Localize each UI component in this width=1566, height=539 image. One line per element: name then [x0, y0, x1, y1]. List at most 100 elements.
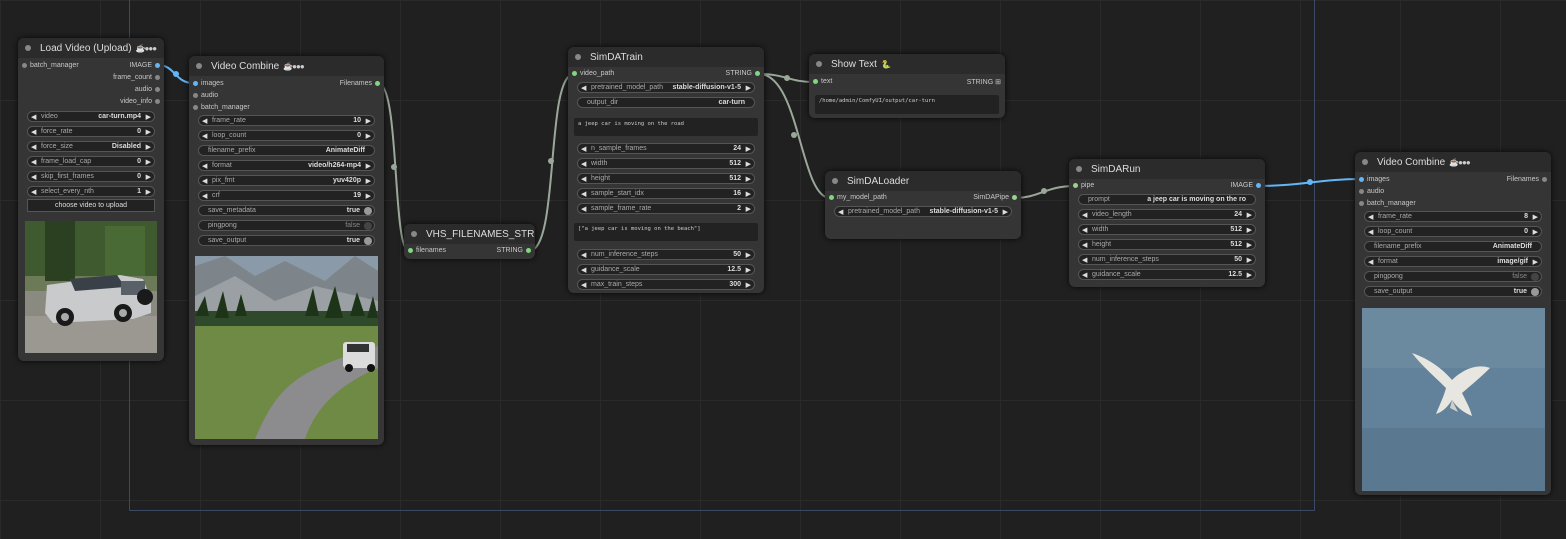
input-slot-dot[interactable] [1359, 189, 1364, 194]
decrement-arrow-icon[interactable]: ◀ [202, 177, 207, 185]
widget-crf[interactable]: ◀ crf 19 ▶ [198, 190, 375, 201]
increment-arrow-icon[interactable]: ▶ [146, 158, 151, 166]
increment-arrow-icon[interactable]: ▶ [746, 190, 751, 198]
widget-max-train-steps[interactable]: ◀ max_train_steps 300 ▶ [577, 279, 755, 290]
increment-arrow-icon[interactable]: ▶ [146, 128, 151, 136]
output-slot-row[interactable]: audio [18, 86, 164, 96]
increment-arrow-icon[interactable]: ▶ [146, 143, 151, 151]
collapse-dot-icon[interactable] [816, 61, 822, 67]
decrement-arrow-icon[interactable]: ◀ [581, 84, 586, 92]
widget-prompt[interactable]: prompt a jeep car is moving on the ro [1078, 194, 1256, 205]
widget-save-output-toggle[interactable]: save_output true [198, 235, 375, 246]
increment-arrow-icon[interactable]: ▶ [1533, 258, 1538, 266]
widget-output-dir[interactable]: output_dir car-turn [577, 97, 755, 108]
node-title-bar[interactable]: Show Text 🐍 [809, 54, 1005, 74]
output-slot-row[interactable]: video_info [18, 98, 164, 108]
output-slot-row[interactable]: Filenames [1355, 176, 1551, 186]
output-slot-dot[interactable] [375, 81, 380, 86]
increment-arrow-icon[interactable]: ▶ [746, 160, 751, 168]
input-slot-row[interactable]: audio [1355, 188, 1551, 198]
input-slot-dot[interactable] [193, 93, 198, 98]
node-title-bar[interactable]: Video Combine ☕●●● [1355, 152, 1551, 172]
widget-num-inference-steps[interactable]: ◀ num_inference_steps 50 ▶ [1078, 254, 1256, 265]
increment-arrow-icon[interactable]: ▶ [746, 281, 751, 289]
collapse-dot-icon[interactable] [832, 178, 838, 184]
decrement-arrow-icon[interactable]: ◀ [1368, 258, 1373, 266]
widget-select-every-nth[interactable]: ◀ select_every_nth 1 ▶ [27, 186, 155, 197]
widget-frame-load-cap[interactable]: ◀ frame_load_cap 0 ▶ [27, 156, 155, 167]
decrement-arrow-icon[interactable]: ◀ [31, 128, 36, 136]
collapse-dot-icon[interactable] [25, 45, 31, 51]
output-slot-dot[interactable] [1256, 183, 1261, 188]
output-slot-row[interactable]: STRING ⊞ [809, 78, 1005, 88]
decrement-arrow-icon[interactable]: ◀ [581, 266, 586, 274]
widget-n-sample-frames[interactable]: ◀ n_sample_frames 24 ▶ [577, 143, 755, 154]
toggle-knob-icon[interactable] [364, 222, 372, 230]
widget-loop-count[interactable]: ◀ loop_count 0 ▶ [1364, 226, 1542, 237]
decrement-arrow-icon[interactable]: ◀ [581, 281, 586, 289]
increment-arrow-icon[interactable]: ▶ [1247, 241, 1252, 249]
collapse-dot-icon[interactable] [196, 63, 202, 69]
increment-arrow-icon[interactable]: ▶ [746, 84, 751, 92]
node-show-text[interactable]: Show Text 🐍 text STRING ⊞ /home/admin/Co… [809, 54, 1005, 118]
output-slot-dot[interactable] [155, 63, 160, 68]
increment-arrow-icon[interactable]: ▶ [366, 177, 371, 185]
decrement-arrow-icon[interactable]: ◀ [31, 158, 36, 166]
output-slot-dot[interactable] [1542, 177, 1547, 182]
decrement-arrow-icon[interactable]: ◀ [1368, 213, 1373, 221]
input-slot-dot[interactable] [1359, 201, 1364, 206]
widget-pretrained-model-path[interactable]: ◀ pretrained_model_path stable-diffusion… [834, 206, 1012, 217]
decrement-arrow-icon[interactable]: ◀ [202, 162, 207, 170]
increment-arrow-icon[interactable]: ▶ [746, 145, 751, 153]
output-slot-dot[interactable] [526, 248, 531, 253]
output-slot-row[interactable]: Filenames [189, 80, 384, 90]
input-slot-row[interactable]: batch_manager [189, 104, 384, 114]
increment-arrow-icon[interactable]: ▶ [366, 162, 371, 170]
decrement-arrow-icon[interactable]: ◀ [202, 117, 207, 125]
increment-arrow-icon[interactable]: ▶ [746, 266, 751, 274]
widget-height[interactable]: ◀ height 512 ▶ [1078, 239, 1256, 250]
node-simda-train[interactable]: SimDATrain video_path STRING ◀ pretraine… [568, 47, 764, 293]
node-title-bar[interactable]: SimDALoader [825, 171, 1021, 191]
widget-num-inference-steps[interactable]: ◀ num_inference_steps 50 ▶ [577, 249, 755, 260]
increment-arrow-icon[interactable]: ▶ [1247, 271, 1252, 279]
collapse-dot-icon[interactable] [411, 231, 417, 237]
increment-arrow-icon[interactable]: ▶ [366, 117, 371, 125]
output-slot-dot[interactable] [755, 71, 760, 76]
widget-width[interactable]: ◀ width 512 ▶ [577, 158, 755, 169]
toggle-knob-icon[interactable] [1531, 288, 1539, 296]
increment-arrow-icon[interactable]: ▶ [1247, 211, 1252, 219]
increment-arrow-icon[interactable]: ▶ [146, 188, 151, 196]
widget-frame-rate[interactable]: ◀ frame_rate 10 ▶ [198, 115, 375, 126]
widget-loop-count[interactable]: ◀ loop_count 0 ▶ [198, 130, 375, 141]
validation-prompt-textarea[interactable]: ["a jeep car is moving on the beach"] [574, 223, 758, 241]
increment-arrow-icon[interactable]: ▶ [366, 192, 371, 200]
decrement-arrow-icon[interactable]: ◀ [581, 205, 586, 213]
decrement-arrow-icon[interactable]: ◀ [1082, 271, 1087, 279]
increment-arrow-icon[interactable]: ▶ [1533, 213, 1538, 221]
input-slot-row[interactable]: audio [189, 92, 384, 102]
widget-video-length[interactable]: ◀ video_length 24 ▶ [1078, 209, 1256, 220]
collapse-dot-icon[interactable] [1076, 166, 1082, 172]
decrement-arrow-icon[interactable]: ◀ [581, 190, 586, 198]
node-title-bar[interactable]: VHS_FILENAMES_STRING_SimDA [404, 224, 535, 244]
decrement-arrow-icon[interactable]: ◀ [581, 160, 586, 168]
widget-force-rate[interactable]: ◀ force_rate 0 ▶ [27, 126, 155, 137]
toggle-knob-icon[interactable] [1531, 273, 1539, 281]
widget-frame-rate[interactable]: ◀ frame_rate 8 ▶ [1364, 211, 1542, 222]
decrement-arrow-icon[interactable]: ◀ [1368, 228, 1373, 236]
upload-video-button[interactable]: choose video to upload [27, 199, 155, 212]
decrement-arrow-icon[interactable]: ◀ [202, 132, 207, 140]
output-slot-dot[interactable] [1012, 195, 1017, 200]
widget-skip-first-frames[interactable]: ◀ skip_first_frames 0 ▶ [27, 171, 155, 182]
decrement-arrow-icon[interactable]: ◀ [1082, 226, 1087, 234]
increment-arrow-icon[interactable]: ▶ [366, 132, 371, 140]
widget-pingpong-toggle[interactable]: pingpong false [1364, 271, 1542, 282]
output-slot-row[interactable]: STRING [568, 70, 764, 80]
output-slot-dot[interactable] [155, 87, 160, 92]
decrement-arrow-icon[interactable]: ◀ [1082, 256, 1087, 264]
increment-arrow-icon[interactable]: ▶ [146, 173, 151, 181]
output-slot-dot[interactable] [155, 75, 160, 80]
collapse-dot-icon[interactable] [1362, 159, 1368, 165]
output-slot-row[interactable]: STRING [404, 247, 535, 257]
